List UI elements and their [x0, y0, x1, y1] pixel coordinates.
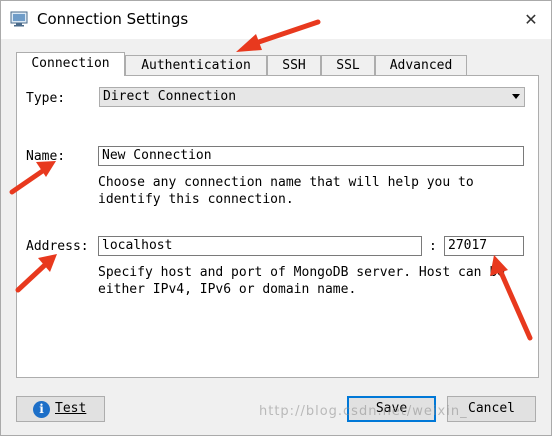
info-icon: i — [33, 401, 50, 418]
tab-ssl[interactable]: SSL — [321, 55, 375, 76]
type-select[interactable]: Direct Connection — [99, 87, 525, 107]
dialog-title: Connection Settings — [37, 10, 189, 28]
port-field[interactable]: 27017 — [444, 236, 524, 256]
name-hint: Choose any connection name that will hel… — [98, 175, 474, 207]
tab-authentication[interactable]: Authentication — [125, 55, 267, 76]
name-field[interactable]: New Connection — [98, 146, 524, 166]
type-label: Type: — [26, 91, 66, 106]
name-label: Name: — [26, 149, 66, 164]
address-label: Address: — [26, 239, 89, 254]
host-field[interactable]: localhost — [98, 236, 422, 256]
connection-settings-dialog: Connection Settings ✕ Connection Authent… — [0, 0, 552, 436]
test-button[interactable]: i Test — [16, 396, 105, 422]
title-bar: Connection Settings ✕ — [1, 1, 551, 39]
tab-advanced[interactable]: Advanced — [375, 55, 467, 76]
connection-panel — [16, 75, 539, 378]
close-icon[interactable]: ✕ — [519, 9, 543, 31]
address-hint: Specify host and port of MongoDB server.… — [98, 265, 505, 297]
type-select-value: Direct Connection — [103, 89, 237, 104]
watermark: http://blog.csdn.net/weixin_ — [259, 404, 468, 419]
test-button-label: Test — [55, 401, 87, 416]
tab-connection[interactable]: Connection — [16, 52, 125, 76]
chevron-down-icon — [512, 94, 520, 99]
tab-ssh[interactable]: SSH — [267, 55, 321, 76]
port-separator: : — [429, 239, 437, 254]
monitor-icon — [10, 11, 28, 27]
